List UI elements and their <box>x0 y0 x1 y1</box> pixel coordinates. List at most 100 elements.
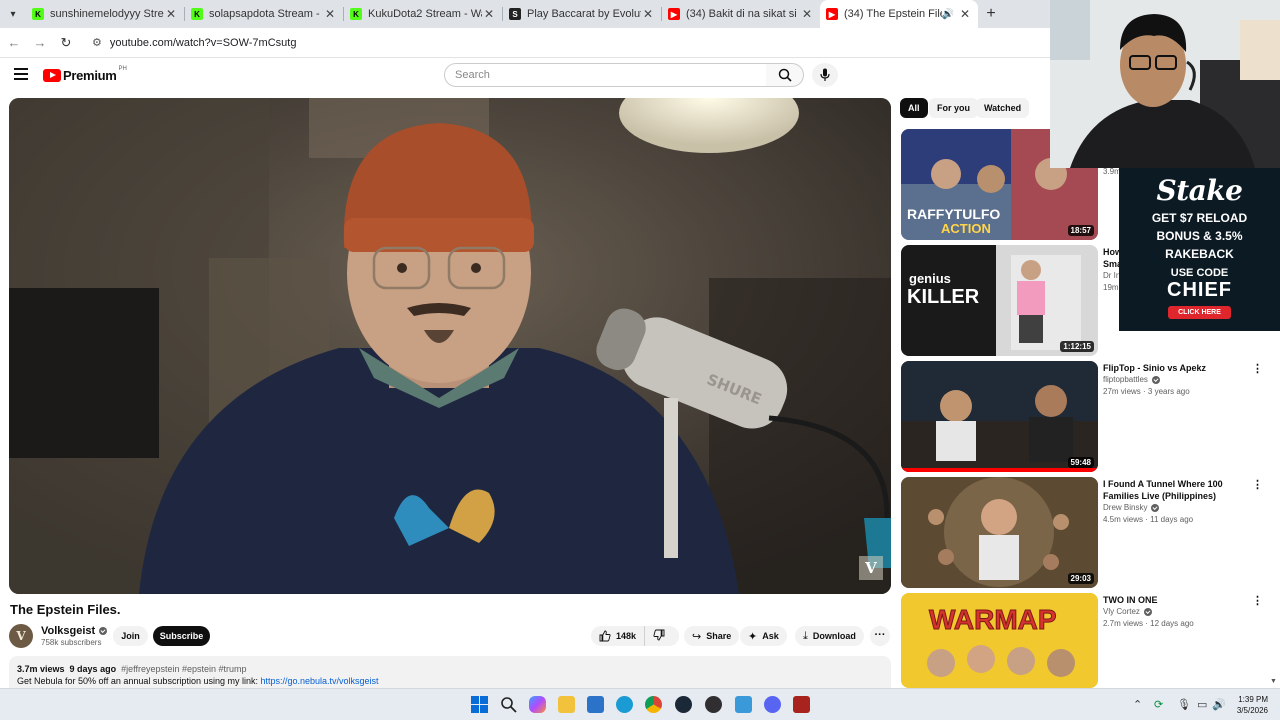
menu-icon[interactable] <box>14 68 28 80</box>
browser-tab[interactable]: SPlay Baccarat by Evolution Gam✕ <box>503 0 661 28</box>
more-options-icon[interactable]: ⋮ <box>1252 478 1263 491</box>
notepad-icon[interactable] <box>735 696 752 713</box>
stake-favicon-icon: S <box>509 8 521 20</box>
close-tab-icon[interactable]: ✕ <box>323 7 337 21</box>
svg-text:ACTION: ACTION <box>941 221 991 236</box>
share-button[interactable]: ↪ Share <box>684 626 740 646</box>
like-dislike-group: 148k <box>591 626 679 646</box>
chip-for-you[interactable]: For you <box>929 98 978 118</box>
browser-tab[interactable]: Ksunshinemelodyyy Stream - Wa✕ <box>26 0 184 28</box>
recommendation-title[interactable]: I Found A Tunnel Where 100 Families Live… <box>1103 478 1251 502</box>
svg-text:RAFFYTULFO: RAFFYTULFO <box>907 206 1000 222</box>
browser-tab-active[interactable]: ▶(34) The Epstein Files. - You🔊✕ <box>820 0 978 28</box>
edge-icon[interactable] <box>616 696 633 713</box>
video-thumbnail[interactable]: 59:48 <box>901 361 1098 472</box>
copilot-icon[interactable] <box>529 696 546 713</box>
video-thumbnail[interactable]: 29:03 <box>901 477 1098 588</box>
search-input[interactable]: Search <box>444 63 767 87</box>
verified-icon <box>99 627 108 635</box>
file-explorer-icon[interactable] <box>558 696 575 713</box>
like-button[interactable]: 148k <box>591 626 646 646</box>
duration-badge: 59:48 <box>1067 457 1094 468</box>
more-actions-button[interactable]: ··· <box>870 626 890 646</box>
new-tab-button[interactable]: + <box>978 5 1004 23</box>
youtube-logo[interactable]: Premium PH <box>43 66 127 83</box>
recommendation-channel[interactable]: fliptopbattles <box>1103 375 1160 384</box>
browser-tab[interactable]: ▶(34) Bakit di na sikat si Diwata✕ <box>662 0 820 28</box>
close-tab-icon[interactable]: ✕ <box>482 7 496 21</box>
stake-ad-overlay[interactable]: Stake GET $7 RELOAD BONUS & 3.5% RAKEBAC… <box>1119 168 1280 331</box>
channel-name[interactable]: Volksgeist <box>41 625 108 637</box>
search-icon[interactable] <box>500 696 517 713</box>
svg-text:genius: genius <box>909 271 951 286</box>
close-tab-icon[interactable]: ✕ <box>958 7 972 21</box>
address-bar[interactable]: ⚙ youtube.com/watch?v=SOW-7mCsutg <box>86 31 1046 54</box>
stake-logo: Stake <box>1156 174 1243 207</box>
channel-avatar[interactable]: V <box>9 624 33 648</box>
windows-start-icon[interactable] <box>471 696 488 713</box>
browser-tab[interactable]: KKukuDota2 Stream - Watch Live✕ <box>344 0 502 28</box>
chip-all[interactable]: All <box>900 98 928 118</box>
browser-tab[interactable]: Ksolapsapdota Stream - Watch L✕ <box>185 0 343 28</box>
video-thumbnail[interactable]: WARMAP <box>901 593 1098 688</box>
speaker-icon[interactable]: 🔊 <box>942 9 954 20</box>
youtube-favicon-icon: ▶ <box>826 8 838 20</box>
back-icon[interactable]: ← <box>2 35 26 50</box>
reload-icon[interactable]: ↻ <box>54 35 78 51</box>
system-clock[interactable]: 1:39 PM 3/5/2026 <box>1228 694 1268 716</box>
browser-toolbar: ← → ↻ ⚙ youtube.com/watch?v=SOW-7mCsutg <box>0 28 1050 58</box>
dislike-button[interactable] <box>645 629 673 644</box>
close-tab-icon[interactable]: ✕ <box>164 7 178 21</box>
video-thumbnail[interactable]: genius KILLER 1:12:15 <box>901 245 1098 356</box>
chrome-icon[interactable] <box>645 696 662 713</box>
tab-search-dropdown[interactable]: ▾ <box>0 0 26 28</box>
subscribe-button[interactable]: Subscribe <box>153 626 210 646</box>
more-options-icon[interactable]: ⋮ <box>1252 594 1263 607</box>
join-button[interactable]: Join <box>113 626 148 646</box>
onedrive-sync-icon[interactable]: ⟳ <box>1154 698 1163 711</box>
thumbs-up-icon <box>599 630 611 642</box>
scroll-down-arrow-icon[interactable]: ▼ <box>1270 678 1277 685</box>
youtube-play-icon <box>43 69 61 82</box>
sparkle-icon: ✦ <box>748 630 758 643</box>
obs-icon[interactable] <box>705 696 722 713</box>
channel-watermark[interactable]: V <box>859 556 883 580</box>
close-tab-icon[interactable]: ✕ <box>800 7 814 21</box>
microsoft-store-icon[interactable] <box>587 696 604 713</box>
browser-tab-bar: ▾ Ksunshinemelodyyy Stream - Wa✕ Ksolaps… <box>0 0 1050 28</box>
duration-badge: 1:12:15 <box>1060 341 1094 352</box>
ad-click-here-button[interactable]: CLICK HERE <box>1168 306 1231 319</box>
nebula-link[interactable]: https://go.nebula.tv/volksgeist <box>260 676 378 686</box>
recommendation-title[interactable]: TWO IN ONE <box>1103 594 1251 606</box>
show-hidden-icons-icon[interactable]: ⌃ <box>1133 698 1142 711</box>
steam-icon[interactable] <box>675 696 692 713</box>
duration-badge: 18:57 <box>1067 225 1094 236</box>
network-icon[interactable]: ▭ <box>1197 698 1207 711</box>
search-icon <box>778 68 792 82</box>
chip-watched[interactable]: Watched <box>976 98 1030 118</box>
discord-icon[interactable] <box>764 696 781 713</box>
duration-badge: 29:03 <box>1067 573 1094 584</box>
dota2-icon[interactable] <box>793 696 810 713</box>
recommendation-channel[interactable]: Drew Binsky <box>1103 503 1160 512</box>
hashtags[interactable]: #jeffreyepstein #epstein #trump <box>121 664 246 674</box>
verified-icon <box>1143 607 1152 616</box>
recommendation-channel[interactable]: Vly Cortez <box>1103 607 1152 616</box>
voice-search-button[interactable] <box>812 63 838 87</box>
volume-icon[interactable]: 🔊 <box>1212 698 1226 711</box>
microphone-icon[interactable]: 🎙 <box>1177 698 1191 711</box>
more-options-icon[interactable]: ⋮ <box>1252 362 1263 375</box>
close-tab-icon[interactable]: ✕ <box>641 7 655 21</box>
search-button[interactable] <box>766 63 804 87</box>
microphone-icon <box>820 68 830 81</box>
forward-icon[interactable]: → <box>28 35 52 50</box>
recommendation-title[interactable]: FlipTop - Sinio vs Apekz <box>1103 362 1251 374</box>
video-player[interactable]: SHURE V <box>9 98 891 594</box>
ask-button[interactable]: ✦ Ask <box>740 626 787 646</box>
youtube-favicon-icon: ▶ <box>668 8 680 20</box>
thumbs-down-icon <box>653 629 665 640</box>
webcam-overlay <box>1050 0 1280 168</box>
download-button[interactable]: ⤓ Download <box>795 626 864 646</box>
svg-text:KILLER: KILLER <box>907 286 980 308</box>
site-info-icon[interactable]: ⚙ <box>92 36 102 49</box>
